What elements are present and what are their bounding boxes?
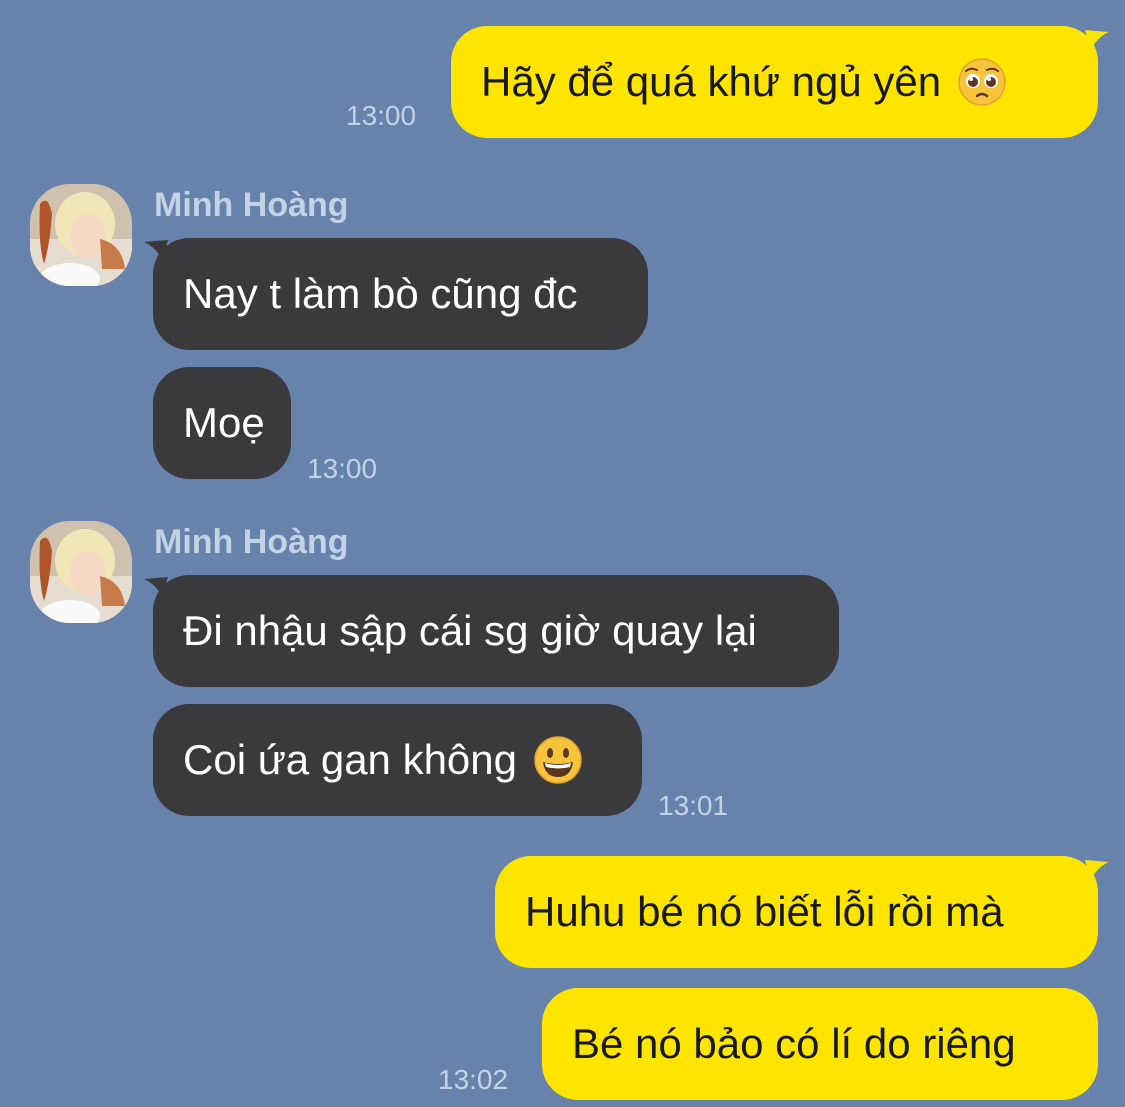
outgoing-message-bubble[interactable]: Bé nó bảo có lí do riêng [542, 988, 1098, 1100]
bubble-tail-icon [1085, 30, 1109, 52]
outgoing-message-bubble[interactable]: Huhu bé nó biết lỗi rồi mà [495, 856, 1098, 968]
message-text: Đi nhậu sập cái sg giờ quay lại [183, 607, 757, 654]
message-text: Moẹ [183, 399, 265, 446]
avatar[interactable] [30, 521, 132, 623]
incoming-message-bubble[interactable]: Đi nhậu sập cái sg giờ quay lại [153, 575, 839, 687]
message-text: Bé nó bảo có lí do riêng [572, 1020, 1016, 1067]
timestamp: 13:01 [658, 790, 729, 821]
pleading-face-emoji-icon [958, 58, 1006, 106]
timestamp: 13:02 [438, 1064, 509, 1095]
grinning-face-emoji-icon [534, 736, 582, 784]
message-text: Coi ứa gan không [183, 736, 518, 783]
timestamp: 13:00 [346, 100, 417, 131]
avatar[interactable] [30, 184, 132, 286]
message-text: Hãy để quá khứ ngủ yên [481, 58, 942, 105]
bubble-tail-icon [1085, 860, 1109, 882]
message-text: Nay t làm bò cũng đc [183, 270, 578, 317]
timestamp: 13:00 [307, 453, 378, 484]
sender-name: Minh Hoàng [154, 186, 349, 224]
outgoing-message-bubble[interactable]: Hãy để quá khứ ngủ yên [451, 26, 1098, 138]
message-text: Huhu bé nó biết lỗi rồi mà [525, 888, 1004, 935]
incoming-message-bubble[interactable]: Coi ứa gan không [153, 704, 642, 816]
incoming-message-bubble[interactable]: Moẹ [153, 367, 291, 479]
avatar-photo-icon [30, 184, 132, 286]
avatar-photo-icon [30, 521, 132, 623]
sender-name: Minh Hoàng [154, 523, 349, 561]
incoming-message-bubble[interactable]: Nay t làm bò cũng đc [153, 238, 648, 350]
